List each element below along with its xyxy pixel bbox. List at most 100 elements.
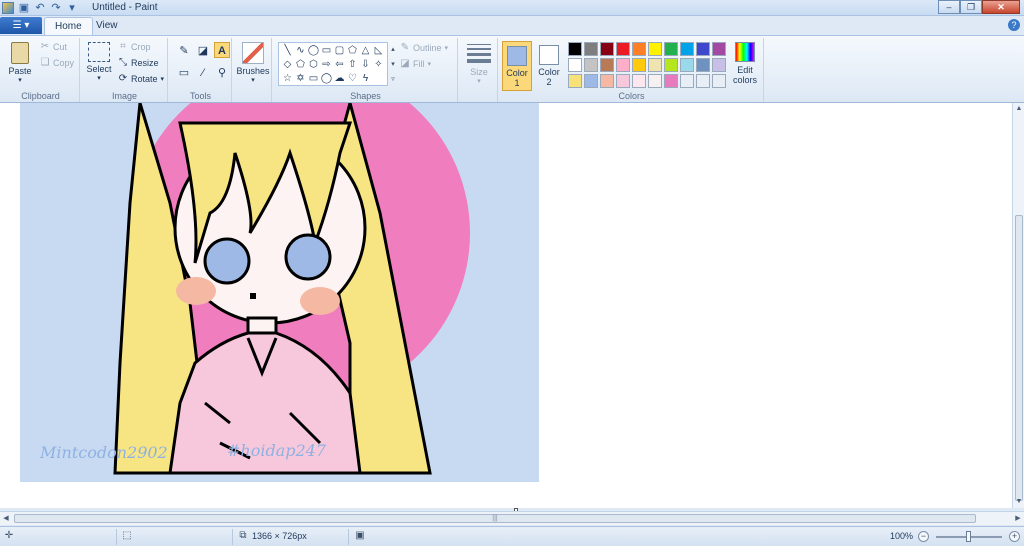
palette-swatch[interactable]: [680, 74, 694, 88]
scroll-right-icon[interactable]: ▶: [1012, 513, 1024, 525]
color-picker-icon[interactable]: ⁄: [195, 64, 211, 80]
left-arrow-shape-icon[interactable]: ⇦: [333, 58, 346, 72]
brushes-button[interactable]: Brushes ▾: [235, 42, 271, 84]
scroll-up-icon[interactable]: ▲: [1013, 103, 1024, 115]
color2-button[interactable]: Color 2: [534, 41, 564, 91]
palette-swatch[interactable]: [712, 42, 726, 56]
color1-button[interactable]: Color 1: [502, 41, 532, 91]
palette-swatch[interactable]: [696, 74, 710, 88]
fill-button[interactable]: ◪ Fill ▾: [400, 59, 431, 70]
palette-swatch[interactable]: [632, 42, 646, 56]
select-button[interactable]: Select ▾: [84, 42, 114, 82]
right-triangle-shape-icon[interactable]: ◺: [372, 44, 385, 58]
tab-view[interactable]: View: [86, 17, 128, 35]
palette-swatch[interactable]: [616, 74, 630, 88]
palette-swatch[interactable]: [696, 58, 710, 72]
palette-swatch[interactable]: [712, 74, 726, 88]
eraser-icon[interactable]: ▭: [176, 64, 192, 80]
paint-app-icon[interactable]: [2, 2, 14, 14]
minimize-button[interactable]: –: [938, 0, 960, 14]
pencil-icon[interactable]: ✎: [176, 42, 192, 58]
right-arrow-shape-icon[interactable]: ⇨: [320, 58, 333, 72]
six-point-star-icon[interactable]: ✡: [294, 72, 307, 86]
lightning-shape-icon[interactable]: ϟ: [359, 72, 372, 86]
palette-swatch[interactable]: [680, 58, 694, 72]
palette-swatch[interactable]: [648, 42, 662, 56]
cut-button[interactable]: ✂ Cut: [40, 42, 67, 53]
zoom-in-button[interactable]: +: [1009, 531, 1020, 542]
rounded-rectangle-shape-icon[interactable]: ▢: [333, 44, 346, 58]
copy-button[interactable]: ❏ Copy: [40, 58, 75, 69]
palette-swatch[interactable]: [616, 58, 630, 72]
save-icon[interactable]: ▣: [18, 2, 30, 14]
palette-swatch[interactable]: [616, 42, 630, 56]
help-icon[interactable]: ?: [1008, 19, 1020, 31]
callout-oval-icon[interactable]: ◯: [320, 72, 333, 86]
palette-swatch[interactable]: [632, 74, 646, 88]
horizontal-scrollbar[interactable]: ◀ ||| ▶: [0, 511, 1024, 525]
redo-icon[interactable]: ↷: [50, 2, 62, 14]
triangle-shape-icon[interactable]: △: [359, 44, 372, 58]
palette-swatch[interactable]: [632, 58, 646, 72]
five-point-star-icon[interactable]: ☆: [281, 72, 294, 86]
vertical-scrollbar[interactable]: ▲ ▼: [1012, 103, 1024, 508]
customize-qat-icon[interactable]: ▾: [66, 2, 78, 14]
palette-swatch[interactable]: [664, 42, 678, 56]
palette-swatch[interactable]: [600, 42, 614, 56]
paint-menu-button[interactable]: ☰ ▾: [0, 17, 42, 34]
callout-rect-icon[interactable]: ▭: [307, 72, 320, 86]
up-arrow-shape-icon[interactable]: ⇧: [346, 58, 359, 72]
canvas-area[interactable]: mint Mintcodon2902 #hoidap247: [0, 103, 1012, 508]
curve-shape-icon[interactable]: ∿: [294, 44, 307, 58]
rotate-button[interactable]: ⟳ Rotate ▾: [118, 74, 164, 85]
hexagon-shape-icon[interactable]: ⬡: [307, 58, 320, 72]
drawing-canvas[interactable]: mint: [20, 103, 539, 482]
callout-cloud-icon[interactable]: ☁: [333, 72, 346, 86]
palette-swatch[interactable]: [648, 74, 662, 88]
polygon-shape-icon[interactable]: ⬠: [346, 44, 359, 58]
undo-icon[interactable]: ↶: [34, 2, 46, 14]
palette-swatch[interactable]: [664, 58, 678, 72]
rectangle-shape-icon[interactable]: ▭: [320, 44, 333, 58]
size-button[interactable]: Size ▾: [461, 40, 497, 85]
pentagon-shape-icon[interactable]: ⬠: [294, 58, 307, 72]
palette-swatch[interactable]: [600, 74, 614, 88]
paste-button[interactable]: Paste ▾: [4, 42, 36, 84]
four-point-star-icon[interactable]: ✧: [372, 58, 385, 72]
palette-swatch[interactable]: [584, 58, 598, 72]
palette-swatch[interactable]: [712, 58, 726, 72]
image-group-label: Image: [111, 91, 137, 101]
edit-colors-button[interactable]: Edit colors: [732, 42, 758, 85]
zoom-out-button[interactable]: −: [918, 531, 929, 542]
close-button[interactable]: ✕: [982, 0, 1020, 14]
magnifier-icon[interactable]: ⚲: [214, 64, 230, 80]
shapes-gallery[interactable]: ╲ ∿ ◯ ▭ ▢ ⬠ △ ◺ ◇ ⬠ ⬡ ⇨ ⇦ ⇧ ⇩ ✧ ☆ ✡ ▭ ◯ …: [278, 42, 388, 86]
heart-shape-icon[interactable]: ♡: [346, 72, 359, 86]
crop-button[interactable]: ⌗ Crop: [118, 42, 150, 53]
horizontal-scroll-thumb[interactable]: |||: [14, 514, 976, 523]
palette-swatch[interactable]: [696, 42, 710, 56]
palette-swatch[interactable]: [568, 74, 582, 88]
palette-swatch[interactable]: [680, 42, 694, 56]
palette-swatch[interactable]: [600, 58, 614, 72]
line-shape-icon[interactable]: ╲: [281, 44, 294, 58]
diamond-shape-icon[interactable]: ◇: [281, 58, 294, 72]
palette-swatch[interactable]: [664, 74, 678, 88]
vertical-scroll-thumb[interactable]: [1015, 215, 1023, 501]
outline-button[interactable]: ✎ Outline ▾: [400, 43, 448, 54]
palette-swatch[interactable]: [584, 74, 598, 88]
shapes-scroll[interactable]: ▴ ▾ ▿: [388, 42, 398, 87]
resize-button[interactable]: ⤡ Resize: [118, 58, 159, 69]
zoom-slider-thumb[interactable]: [966, 531, 971, 542]
oval-shape-icon[interactable]: ◯: [307, 44, 320, 58]
fill-bucket-icon[interactable]: ◪: [195, 42, 211, 58]
palette-swatch[interactable]: [584, 42, 598, 56]
palette-swatch[interactable]: [568, 58, 582, 72]
restore-button[interactable]: ❐: [960, 0, 982, 14]
down-arrow-shape-icon[interactable]: ⇩: [359, 58, 372, 72]
scroll-down-icon[interactable]: ▼: [1013, 496, 1024, 508]
palette-swatch[interactable]: [648, 58, 662, 72]
palette-swatch[interactable]: [568, 42, 582, 56]
scroll-left-icon[interactable]: ◀: [0, 513, 12, 525]
text-tool-icon[interactable]: A: [214, 42, 230, 58]
